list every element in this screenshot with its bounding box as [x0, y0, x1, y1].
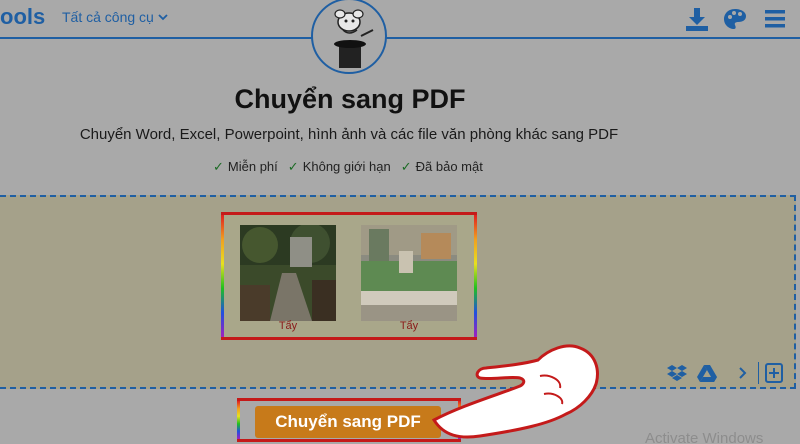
- rainbow-border-left: [237, 401, 240, 439]
- mascot-logo[interactable]: [311, 0, 387, 74]
- garden-path-photo-icon: [240, 225, 336, 321]
- dropbox-icon[interactable]: [666, 362, 688, 384]
- check-icon: ✓: [400, 159, 412, 174]
- activate-windows-watermark: Activate Windows: [645, 430, 764, 444]
- chevron-right-icon[interactable]: [732, 362, 754, 384]
- page-title: Chuyển sang PDF: [234, 84, 466, 114]
- download-icon[interactable]: [684, 6, 710, 32]
- uploaded-files-panel: Tẩy Tẩy: [221, 212, 477, 340]
- chevron-down-icon: [158, 14, 168, 21]
- add-file-icon[interactable]: [763, 362, 785, 384]
- feature-item: ✓ Không giới hạn: [287, 159, 391, 174]
- google-drive-icon[interactable]: [696, 362, 718, 384]
- header-divider: [0, 37, 800, 39]
- feature-list: ✓ Miễn phí ✓ Không giới hạn ✓ Đã bảo mật: [213, 159, 483, 175]
- palette-icon[interactable]: [722, 6, 748, 32]
- all-tools-label: Tất cả công cụ: [62, 9, 154, 25]
- file-thumbnail[interactable]: [361, 225, 457, 321]
- fountain-photo-icon: [361, 225, 457, 321]
- rainbow-border-right: [474, 215, 477, 337]
- rainbow-border-left: [221, 215, 224, 337]
- all-tools-dropdown[interactable]: Tất cả công cụ: [62, 9, 168, 25]
- check-icon: ✓: [213, 159, 224, 174]
- magician-mascot-icon: [334, 9, 374, 68]
- feature-item: ✓ Miễn phí: [213, 159, 278, 174]
- menu-icon[interactable]: [762, 6, 788, 32]
- remove-file-link[interactable]: Tẩy: [361, 320, 457, 332]
- pointing-hand-icon: [431, 344, 599, 439]
- brand-logo-text[interactable]: ools: [0, 4, 45, 30]
- convert-to-pdf-button[interactable]: Chuyển sang PDF: [255, 406, 441, 438]
- tool-divider: [758, 362, 759, 384]
- feature-item: ✓ Đã bảo mật: [400, 159, 483, 174]
- page-subtitle: Chuyển Word, Excel, Powerpoint, hình ảnh…: [79, 126, 619, 143]
- remove-file-link[interactable]: Tẩy: [240, 320, 336, 332]
- file-thumbnail[interactable]: [240, 225, 336, 321]
- top-bar: ools Tất cả công cụ: [0, 0, 800, 38]
- check-icon: ✓: [287, 159, 299, 174]
